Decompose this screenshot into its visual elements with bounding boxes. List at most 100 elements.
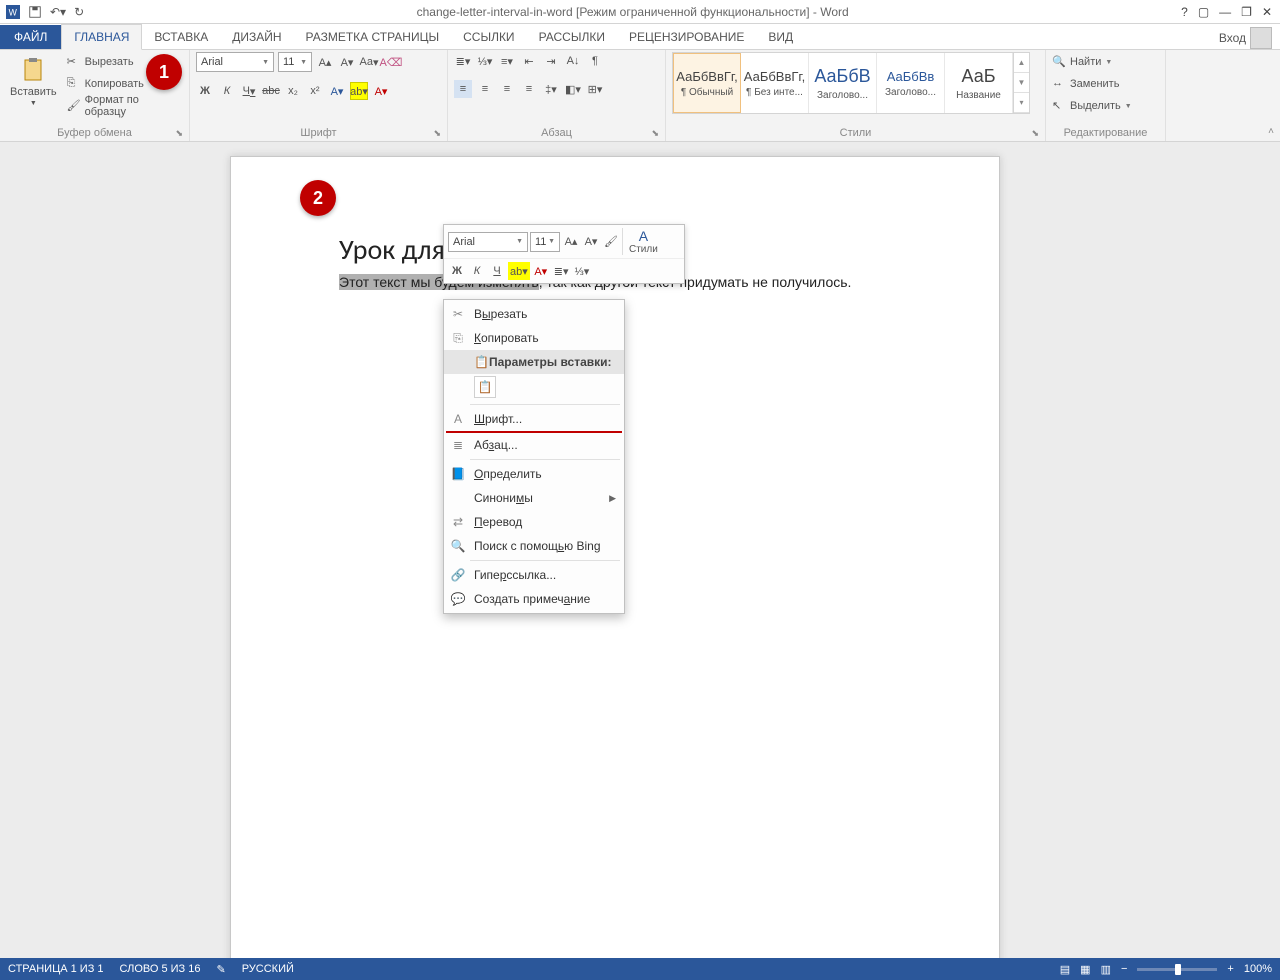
cm-translate[interactable]: ⇄Перевод xyxy=(444,510,624,534)
sort-button[interactable]: A↓ xyxy=(564,52,582,70)
align-right-button[interactable]: ≡ xyxy=(498,80,516,98)
find-button[interactable]: 🔍Найти ▼ xyxy=(1052,52,1132,72)
replace-button[interactable]: ↔Заменить xyxy=(1052,74,1132,94)
style-gallery-arrow[interactable]: ▲ xyxy=(1014,53,1029,73)
cm-define[interactable]: 📘Определить xyxy=(444,462,624,486)
tab-view[interactable]: ВИД xyxy=(756,25,805,49)
paste-keep-source-button[interactable]: 📋 xyxy=(474,376,496,398)
zoom-slider[interactable] xyxy=(1137,968,1217,971)
justify-button[interactable]: ≡ xyxy=(520,80,538,98)
tab-layout[interactable]: РАЗМЕТКА СТРАНИЦЫ xyxy=(294,25,452,49)
cm-synonyms[interactable]: Синонимы▶ xyxy=(444,486,624,510)
help-icon[interactable]: ? xyxy=(1181,5,1188,19)
cm-copy[interactable]: ⎘Копировать xyxy=(444,326,624,350)
highlight-button[interactable]: ab▾ xyxy=(350,82,368,100)
multilevel-button[interactable]: ≡▾ xyxy=(498,52,516,70)
underline-button[interactable]: Ч▾ xyxy=(240,82,258,100)
mini-numbering[interactable]: ⅓▾ xyxy=(573,262,592,280)
line-spacing-button[interactable]: ‡▾ xyxy=(542,80,560,98)
italic-button[interactable]: К xyxy=(218,82,236,100)
paste-button[interactable]: Вставить ▼ xyxy=(6,52,61,111)
cm-font[interactable]: AШрифт... xyxy=(444,407,624,431)
tab-references[interactable]: ССЫЛКИ xyxy=(451,25,526,49)
mini-underline[interactable]: Ч xyxy=(488,262,506,280)
decrease-indent-button[interactable]: ⇤ xyxy=(520,52,538,70)
web-layout-icon[interactable]: ▥ xyxy=(1101,963,1111,976)
superscript-button[interactable]: x² xyxy=(306,82,324,100)
mini-grow-font[interactable]: A▴ xyxy=(562,233,580,251)
style-item[interactable]: АаБбВвЗаголово... xyxy=(877,53,945,113)
status-proofing-icon[interactable]: ✎ xyxy=(216,963,225,976)
mini-size-combo[interactable]: 11▼ xyxy=(530,232,560,252)
zoom-thumb[interactable] xyxy=(1175,964,1181,975)
tab-design[interactable]: ДИЗАЙН xyxy=(220,25,293,49)
shrink-font-button[interactable]: A▾ xyxy=(338,53,356,71)
bold-button[interactable]: Ж xyxy=(196,82,214,100)
login-link[interactable]: Вход xyxy=(1219,27,1280,49)
font-name-combo[interactable]: Arial▼ xyxy=(196,52,274,72)
tab-home[interactable]: ГЛАВНАЯ xyxy=(61,24,142,50)
mini-highlight[interactable]: ab▾ xyxy=(508,262,530,280)
zoom-in-button[interactable]: + xyxy=(1227,963,1233,975)
dialog-launcher-icon[interactable]: ⬊ xyxy=(433,128,441,139)
mini-italic[interactable]: К xyxy=(468,262,486,280)
shading-button[interactable]: ◧▾ xyxy=(564,80,582,98)
cm-cut[interactable]: ✂Вырезать xyxy=(444,302,624,326)
status-page[interactable]: СТРАНИЦА 1 ИЗ 1 xyxy=(8,963,104,975)
text-effects-button[interactable]: A▾ xyxy=(328,82,346,100)
increase-indent-button[interactable]: ⇥ xyxy=(542,52,560,70)
status-language[interactable]: РУССКИЙ xyxy=(242,963,294,975)
ribbon-display-icon[interactable]: ▢ xyxy=(1198,5,1209,19)
format-painter-button[interactable]: 🖌Формат по образцу xyxy=(67,96,183,116)
cm-paragraph[interactable]: ≣Абзац... xyxy=(444,433,624,457)
mini-shrink-font[interactable]: A▾ xyxy=(582,233,600,251)
status-words[interactable]: СЛОВО 5 ИЗ 16 xyxy=(120,963,201,975)
document-area[interactable]: 2 Урок для Этот текст мы будем изменять,… xyxy=(0,142,1280,958)
mini-format-painter[interactable]: 🖌 xyxy=(602,233,620,251)
undo-icon[interactable]: ↶▾ xyxy=(50,5,66,19)
show-marks-button[interactable]: ¶ xyxy=(586,52,604,70)
restore-icon[interactable]: ❐ xyxy=(1241,5,1252,19)
mini-font-color[interactable]: A▾ xyxy=(532,262,550,280)
save-icon[interactable] xyxy=(28,5,42,19)
tab-mailings[interactable]: РАССЫЛКИ xyxy=(527,25,617,49)
select-button[interactable]: ↖Выделить ▼ xyxy=(1052,96,1132,116)
mini-font-combo[interactable]: Arial▼ xyxy=(448,232,528,252)
zoom-level[interactable]: 100% xyxy=(1244,963,1272,975)
change-case-button[interactable]: Aa▾ xyxy=(360,53,378,71)
mini-bold[interactable]: Ж xyxy=(448,262,466,280)
strikethrough-button[interactable]: abc xyxy=(262,82,280,100)
minimize-icon[interactable]: — xyxy=(1219,5,1231,19)
collapse-ribbon-icon[interactable]: ˄ xyxy=(1268,126,1274,137)
close-icon[interactable]: ✕ xyxy=(1262,5,1272,19)
cm-hyperlink[interactable]: 🔗Гиперссылка... xyxy=(444,563,624,587)
tab-review[interactable]: РЕЦЕНЗИРОВАНИЕ xyxy=(617,25,756,49)
redo-icon[interactable]: ↻ xyxy=(74,5,84,19)
tab-insert[interactable]: ВСТАВКА xyxy=(142,25,220,49)
read-mode-icon[interactable]: ▤ xyxy=(1060,963,1070,976)
mini-styles-button[interactable]: A Стили xyxy=(622,228,658,255)
font-size-combo[interactable]: 11▼ xyxy=(278,52,312,72)
style-item[interactable]: АаБбВЗаголово... xyxy=(809,53,877,113)
tab-file[interactable]: ФАЙЛ xyxy=(0,25,61,49)
style-gallery-more[interactable]: ▾ xyxy=(1014,93,1029,113)
subscript-button[interactable]: x₂ xyxy=(284,82,302,100)
mini-bullets[interactable]: ≣▾ xyxy=(552,262,571,280)
cm-bing[interactable]: 🔍Поиск с помощью Bing xyxy=(444,534,624,558)
grow-font-button[interactable]: A▴ xyxy=(316,53,334,71)
dialog-launcher-icon[interactable]: ⬊ xyxy=(1031,128,1039,139)
numbering-button[interactable]: ⅓▾ xyxy=(476,52,494,70)
bullets-button[interactable]: ≣▾ xyxy=(454,52,472,70)
align-center-button[interactable]: ≡ xyxy=(476,80,494,98)
print-layout-icon[interactable]: ▦ xyxy=(1080,963,1090,976)
font-color-button[interactable]: A▾ xyxy=(372,82,390,100)
document-heading[interactable]: Урок для xyxy=(339,232,445,267)
style-item[interactable]: АаБбВвГг,¶ Обычный xyxy=(673,53,741,113)
borders-button[interactable]: ⊞▾ xyxy=(586,80,604,98)
align-left-button[interactable]: ≡ xyxy=(454,80,472,98)
cm-comment[interactable]: 💬Создать примечание xyxy=(444,587,624,611)
zoom-out-button[interactable]: − xyxy=(1121,963,1127,975)
style-gallery-arrow[interactable]: ▼ xyxy=(1014,73,1029,93)
style-item[interactable]: АаБНазвание xyxy=(945,53,1013,113)
dialog-launcher-icon[interactable]: ⬊ xyxy=(651,128,659,139)
